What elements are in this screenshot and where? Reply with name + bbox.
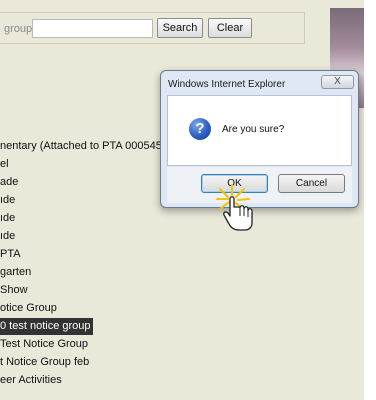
clear-button[interactable]: Clear: [208, 18, 252, 38]
group-list-item[interactable]: PTA: [0, 246, 21, 263]
group-list-item[interactable]: t Notice Group feb: [0, 354, 89, 371]
group-list-item[interactable]: garten: [0, 264, 31, 281]
cancel-button[interactable]: Cancel: [278, 174, 345, 193]
group-list-item[interactable]: ıde: [0, 228, 15, 245]
search-button[interactable]: Search: [157, 18, 203, 38]
dialog-message: Are you sure?: [222, 124, 285, 135]
group-list-item[interactable]: el: [0, 156, 9, 173]
group-list-item[interactable]: ıde: [0, 192, 15, 209]
close-button[interactable]: X: [321, 75, 354, 89]
group-list-item[interactable]: otice Group: [0, 300, 57, 317]
group-list-item[interactable]: Test Notice Group: [0, 336, 88, 353]
close-icon: X: [334, 76, 341, 87]
search-label: group:: [4, 23, 36, 35]
group-list-item[interactable]: Show: [0, 282, 28, 299]
search-input[interactable]: [32, 19, 153, 38]
dialog-title: Windows Internet Explorer: [168, 79, 286, 90]
group-list-item[interactable]: nentary (Attached to PTA 0005458: [0, 138, 168, 155]
group-list-item[interactable]: ade: [0, 174, 18, 191]
group-list-item[interactable]: ıde: [0, 210, 15, 227]
dialog-content: ? Are you sure?: [167, 95, 352, 166]
hand-pointer-icon: [216, 184, 253, 231]
group-list-item[interactable]: eer Activities: [0, 372, 62, 389]
group-list-item[interactable]: 0 test notice group: [0, 318, 93, 335]
question-icon: ?: [189, 118, 211, 140]
search-bar: group: Search Clear: [0, 12, 305, 44]
